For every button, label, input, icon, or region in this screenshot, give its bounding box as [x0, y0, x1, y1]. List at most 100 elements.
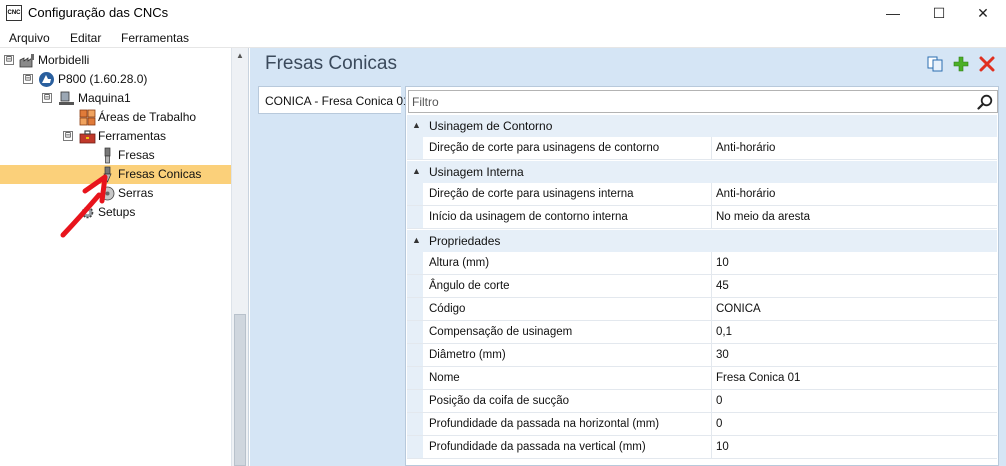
chevron-up-icon[interactable]: ▲	[412, 120, 421, 130]
property-row[interactable]: Profundidade da passada na horizontal (m…	[407, 413, 997, 436]
category-usinagem-interna[interactable]: ▲ Usinagem Interna	[407, 161, 997, 183]
property-value[interactable]: 30	[716, 349, 729, 361]
collapse-toggle[interactable]: ⊟	[42, 93, 52, 103]
tree-node-fresas[interactable]: Fresas	[0, 146, 231, 165]
collapse-toggle[interactable]: ⊟	[63, 131, 73, 141]
factory-icon	[19, 54, 34, 68]
property-row[interactable]: Direção de corte para usinagens interna …	[407, 183, 997, 206]
property-row[interactable]: Nome Fresa Conica 01	[407, 367, 997, 390]
page-title: Fresas Conicas	[265, 53, 397, 74]
column-divider	[711, 413, 712, 435]
row-gutter	[407, 321, 423, 343]
property-row[interactable]: Compensação de usinagem 0,1	[407, 321, 997, 344]
machine-tree: ⊟ Morbidelli ⊟ P800 (1.60.28.0) ⊟ Maquin…	[0, 48, 249, 466]
tree-node-morbidelli[interactable]: ⊟ Morbidelli	[0, 51, 231, 70]
row-gutter	[407, 436, 423, 458]
collapse-toggle[interactable]: ⊟	[4, 55, 14, 65]
category-propriedades[interactable]: ▲ Propriedades	[407, 230, 997, 252]
property-value[interactable]: 0	[716, 418, 722, 430]
maximize-button[interactable]: ☐	[916, 0, 962, 26]
tree-node-serras[interactable]: Serras	[0, 184, 231, 203]
minimize-button[interactable]: —	[870, 0, 916, 26]
property-row[interactable]: Código CONICA	[407, 298, 997, 321]
property-value[interactable]: 45	[716, 280, 729, 292]
property-row[interactable]: Posição da coifa de sucção 0	[407, 390, 997, 413]
copy-icon[interactable]	[926, 55, 944, 73]
filter-input[interactable]	[412, 93, 962, 111]
work-areas-icon	[79, 109, 96, 126]
column-divider	[711, 344, 712, 366]
property-row[interactable]: Ângulo de corte 45	[407, 275, 997, 298]
menu-arquivo[interactable]: Arquivo	[9, 31, 50, 45]
menu-bar: Arquivo Editar Ferramentas	[0, 26, 1006, 48]
menu-editar[interactable]: Editar	[70, 31, 101, 45]
property-value[interactable]: Fresa Conica 01	[716, 372, 800, 384]
conical-bit-icon	[103, 166, 112, 183]
property-value[interactable]: Anti-horário	[716, 142, 775, 154]
property-row[interactable]: Início da usinagem de contorno interna N…	[407, 206, 997, 229]
property-value[interactable]: 10	[716, 441, 729, 453]
tree-label: Morbidelli	[38, 53, 90, 67]
tree-node-p800[interactable]: ⊟ P800 (1.60.28.0)	[0, 70, 231, 89]
menu-ferramentas[interactable]: Ferramentas	[121, 31, 189, 45]
property-name: Código	[429, 303, 466, 315]
tree-scrollbar[interactable]: ▲	[231, 48, 248, 466]
property-name: Direção de corte para usinagens de conto…	[429, 142, 660, 154]
row-gutter	[407, 390, 423, 412]
tree-node-fresas-conicas[interactable]: Fresas Conicas	[0, 165, 231, 184]
tree-node-ferramentas[interactable]: ⊟ Ferramentas	[0, 127, 231, 146]
property-value[interactable]: Anti-horário	[716, 188, 775, 200]
property-row[interactable]: Altura (mm) 10	[407, 252, 997, 275]
chevron-up-icon[interactable]: ▲	[412, 166, 421, 176]
property-value[interactable]: 0	[716, 395, 722, 407]
window-title: Configuração das CNCs	[28, 5, 169, 20]
machine-icon	[59, 91, 74, 105]
property-row[interactable]: Profundidade da passada na vertical (mm)…	[407, 436, 997, 459]
property-value[interactable]: 10	[716, 257, 729, 269]
category-label: Usinagem de Contorno	[429, 119, 553, 133]
app-icon: CNC	[6, 5, 22, 21]
saw-icon	[100, 186, 115, 201]
property-name: Posição da coifa de sucção	[429, 395, 570, 407]
router-bit-icon	[104, 147, 111, 164]
category-label: Propriedades	[429, 234, 501, 248]
column-divider	[711, 275, 712, 297]
add-icon[interactable]	[952, 55, 970, 73]
row-gutter	[407, 252, 423, 274]
scroll-thumb[interactable]	[234, 314, 246, 466]
property-row[interactable]: Direção de corte para usinagens de conto…	[407, 137, 997, 160]
filter-box[interactable]	[408, 90, 998, 113]
property-name: Nome	[429, 372, 460, 384]
chevron-up-icon[interactable]: ▲	[412, 235, 421, 245]
tree-label: Ferramentas	[98, 129, 167, 143]
tree-node-areas-de-trabalho[interactable]: Áreas de Trabalho	[0, 108, 231, 127]
close-window-button[interactable]: ✕	[960, 0, 1006, 26]
scroll-up-arrow-icon[interactable]: ▲	[232, 48, 248, 64]
category-label: Usinagem Interna	[429, 165, 524, 179]
property-row[interactable]: Diâmetro (mm) 30	[407, 344, 997, 367]
row-gutter	[407, 275, 423, 297]
property-name: Início da usinagem de contorno interna	[429, 211, 628, 223]
tree-label: Fresas Conicas	[118, 167, 202, 181]
column-divider	[711, 137, 712, 159]
column-divider	[711, 321, 712, 343]
tool-list-item[interactable]: CONICA - Fresa Conica 01	[258, 86, 410, 114]
column-divider	[711, 298, 712, 320]
property-name: Diâmetro (mm)	[429, 349, 506, 361]
property-name: Altura (mm)	[429, 257, 490, 269]
category-usinagem-de-contorno[interactable]: ▲ Usinagem de Contorno	[407, 115, 997, 137]
column-divider	[711, 206, 712, 228]
property-name: Ângulo de corte	[429, 280, 510, 292]
property-name: Profundidade da passada na horizontal (m…	[429, 418, 660, 430]
row-gutter	[407, 413, 423, 435]
column-divider	[711, 436, 712, 458]
row-gutter	[407, 206, 423, 228]
collapse-toggle[interactable]: ⊟	[23, 74, 33, 84]
property-value[interactable]: CONICA	[716, 303, 761, 315]
property-value[interactable]: No meio da aresta	[716, 211, 810, 223]
search-icon[interactable]	[977, 94, 993, 110]
property-value[interactable]: 0,1	[716, 326, 732, 338]
tree-node-maquina1[interactable]: ⊟ Maquina1	[0, 89, 231, 108]
delete-icon[interactable]	[978, 55, 996, 73]
tree-node-setups[interactable]: Setups	[0, 203, 231, 222]
